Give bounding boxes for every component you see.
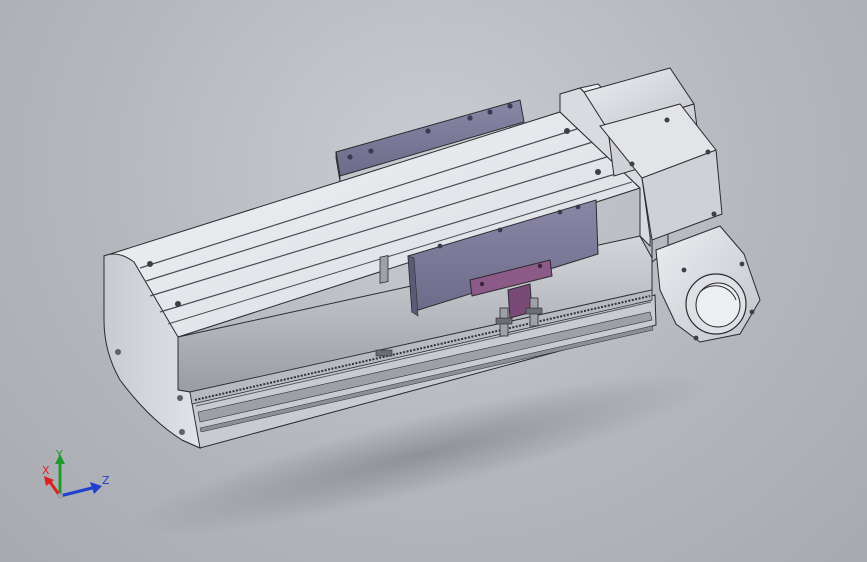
y-axis-label: Y: [55, 448, 63, 461]
z-axis-label: Z: [102, 474, 110, 487]
x-axis-arrow: [44, 476, 62, 497]
graphics-viewport[interactable]: Y X Z: [0, 0, 867, 562]
axis-triad: Y X Z: [42, 448, 110, 499]
cad-model[interactable]: [0, 0, 867, 562]
servo-motor[interactable]: [655, 225, 761, 343]
x-axis-label: X: [42, 464, 50, 477]
z-axis-arrow: [59, 482, 102, 498]
